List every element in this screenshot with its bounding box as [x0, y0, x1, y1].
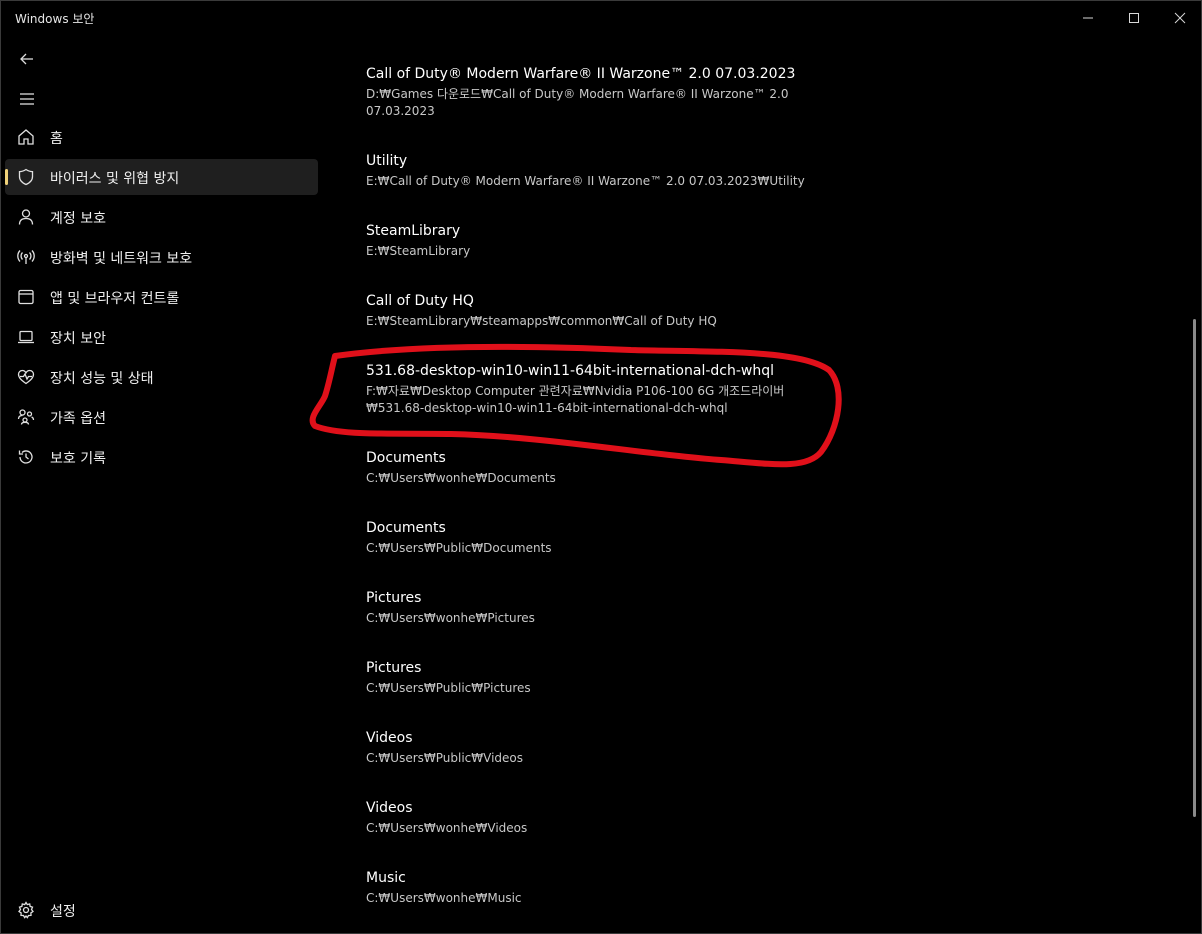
- sidebar-item-family-options[interactable]: 가족 옵션: [5, 399, 318, 435]
- gear-icon: [17, 901, 35, 919]
- heart-pulse-icon: [17, 368, 35, 386]
- exclusion-name: Utility: [366, 153, 408, 169]
- exclusion-path: C:₩Users₩wonhe₩Videos: [366, 821, 528, 835]
- close-button[interactable]: [1157, 1, 1202, 35]
- exclusion-name: Pictures: [366, 660, 422, 676]
- history-icon: [17, 448, 35, 466]
- list-item[interactable]: Call of Duty® Modern Warfare® II Warzone…: [366, 65, 846, 120]
- exclusion-name: Call of Duty HQ: [366, 293, 474, 309]
- sidebar-item-home[interactable]: 홈: [5, 119, 318, 155]
- exclusion-path: D:₩Games 다운로드₩Call of Duty® Modern Warfa…: [366, 87, 789, 118]
- exclusion-name: Pictures: [366, 590, 422, 606]
- maximize-icon: [1129, 13, 1139, 23]
- hamburger-menu-icon: [20, 93, 34, 105]
- list-item[interactable]: Utility E:₩Call of Duty® Modern Warfare®…: [366, 152, 846, 190]
- navigation-sidebar: 홈 바이러스 및 위협 방지 계정 보호 방화벽 및 네트워크 보호 앱 및 브: [1, 35, 327, 934]
- sidebar-item-label: 설정: [50, 904, 76, 920]
- sidebar-item-label: 가족 옵션: [50, 411, 106, 427]
- exclusion-path: C:₩Users₩wonhe₩Music: [366, 891, 522, 905]
- sidebar-item-label: 방화벽 및 네트워크 보호: [50, 251, 193, 267]
- shield-icon: [17, 168, 35, 186]
- minimize-button[interactable]: [1065, 1, 1111, 35]
- family-icon: [17, 408, 35, 426]
- sidebar-item-virus-protection[interactable]: 바이러스 및 위협 방지: [5, 159, 318, 195]
- exclusion-path: E:₩SteamLibrary₩steamapps₩common₩Call of…: [366, 314, 717, 328]
- exclusion-name: Videos: [366, 730, 413, 746]
- list-item[interactable]: Videos C:₩Users₩wonhe₩Videos: [366, 799, 846, 837]
- laptop-icon: [17, 328, 35, 346]
- sidebar-item-device-security[interactable]: 장치 보안: [5, 319, 318, 355]
- vertical-scrollbar[interactable]: [1193, 319, 1196, 817]
- back-button[interactable]: [7, 41, 47, 77]
- sidebar-item-label: 장치 성능 및 상태: [50, 371, 154, 387]
- exclusion-name: Documents: [366, 450, 446, 466]
- exclusion-name: Music: [366, 870, 406, 886]
- sidebar-item-label: 계정 보호: [50, 211, 106, 227]
- sidebar-item-app-browser-control[interactable]: 앱 및 브라우저 컨트롤: [5, 279, 318, 315]
- exclusion-name: SteamLibrary: [366, 223, 461, 239]
- minimize-icon: [1083, 17, 1093, 19]
- sidebar-item-label: 홈: [50, 131, 63, 147]
- list-item[interactable]: SteamLibrary E:₩SteamLibrary: [366, 222, 846, 260]
- exclusion-path: C:₩Users₩Public₩Pictures: [366, 681, 531, 695]
- list-item[interactable]: Pictures C:₩Users₩Public₩Pictures: [366, 659, 846, 697]
- exclusions-list: Call of Duty® Modern Warfare® II Warzone…: [327, 35, 1187, 934]
- sidebar-item-label: 장치 보안: [50, 331, 106, 347]
- list-item[interactable]: Music C:₩Users₩wonhe₩Music: [366, 869, 846, 907]
- menu-button[interactable]: [7, 81, 47, 117]
- exclusion-name: Call of Duty® Modern Warfare® II Warzone…: [366, 66, 796, 82]
- browser-window-icon: [17, 288, 35, 306]
- list-item[interactable]: Documents C:₩Users₩wonhe₩Documents: [366, 449, 846, 487]
- sidebar-item-label: 바이러스 및 위협 방지: [50, 171, 180, 187]
- exclusion-path: C:₩Users₩Public₩Documents: [366, 541, 552, 555]
- title-bar: Windows 보안: [1, 1, 1201, 35]
- exclusion-name: 531.68-desktop-win10-win11-64bit-interna…: [366, 363, 774, 379]
- sidebar-item-label: 보호 기록: [50, 451, 106, 467]
- exclusion-path: C:₩Users₩wonhe₩Pictures: [366, 611, 535, 625]
- sidebar-item-account-protection[interactable]: 계정 보호: [5, 199, 318, 235]
- person-icon: [17, 208, 35, 226]
- exclusion-path: C:₩Users₩wonhe₩Documents: [366, 471, 556, 485]
- sidebar-item-firewall[interactable]: 방화벽 및 네트워크 보호: [5, 239, 318, 275]
- exclusion-name: Videos: [366, 800, 413, 816]
- maximize-button[interactable]: [1111, 1, 1157, 35]
- close-icon: [1174, 12, 1186, 24]
- list-item[interactable]: 531.68-desktop-win10-win11-64bit-interna…: [366, 362, 846, 417]
- sidebar-item-device-performance[interactable]: 장치 성능 및 상태: [5, 359, 318, 395]
- window-title: Windows 보안: [15, 12, 95, 26]
- exclusion-path: C:₩Users₩Public₩Videos: [366, 751, 524, 765]
- list-item[interactable]: Videos C:₩Users₩Public₩Videos: [366, 729, 846, 767]
- list-item[interactable]: Call of Duty HQ E:₩SteamLibrary₩steamapp…: [366, 292, 846, 330]
- list-item[interactable]: Pictures C:₩Users₩wonhe₩Pictures: [366, 589, 846, 627]
- exclusion-path: E:₩Call of Duty® Modern Warfare® II Warz…: [366, 174, 805, 188]
- windows-security-window: Windows 보안 홈 바이러스 및 위협 방지 계정 보호 방화벽 및 네트…: [0, 0, 1202, 934]
- sidebar-item-protection-history[interactable]: 보호 기록: [5, 439, 318, 475]
- back-arrow-icon: [20, 53, 33, 65]
- list-item[interactable]: Documents C:₩Users₩Public₩Documents: [366, 519, 846, 557]
- exclusion-path: E:₩SteamLibrary: [366, 244, 471, 258]
- antenna-icon: [17, 248, 35, 266]
- sidebar-item-label: 앱 및 브라우저 컨트롤: [50, 291, 180, 307]
- home-icon: [17, 128, 35, 146]
- sidebar-item-settings[interactable]: 설정: [5, 892, 318, 928]
- exclusion-name: Documents: [366, 520, 446, 536]
- exclusion-path: F:₩자료₩Desktop Computer 관련자료₩Nvidia P106-…: [366, 384, 785, 415]
